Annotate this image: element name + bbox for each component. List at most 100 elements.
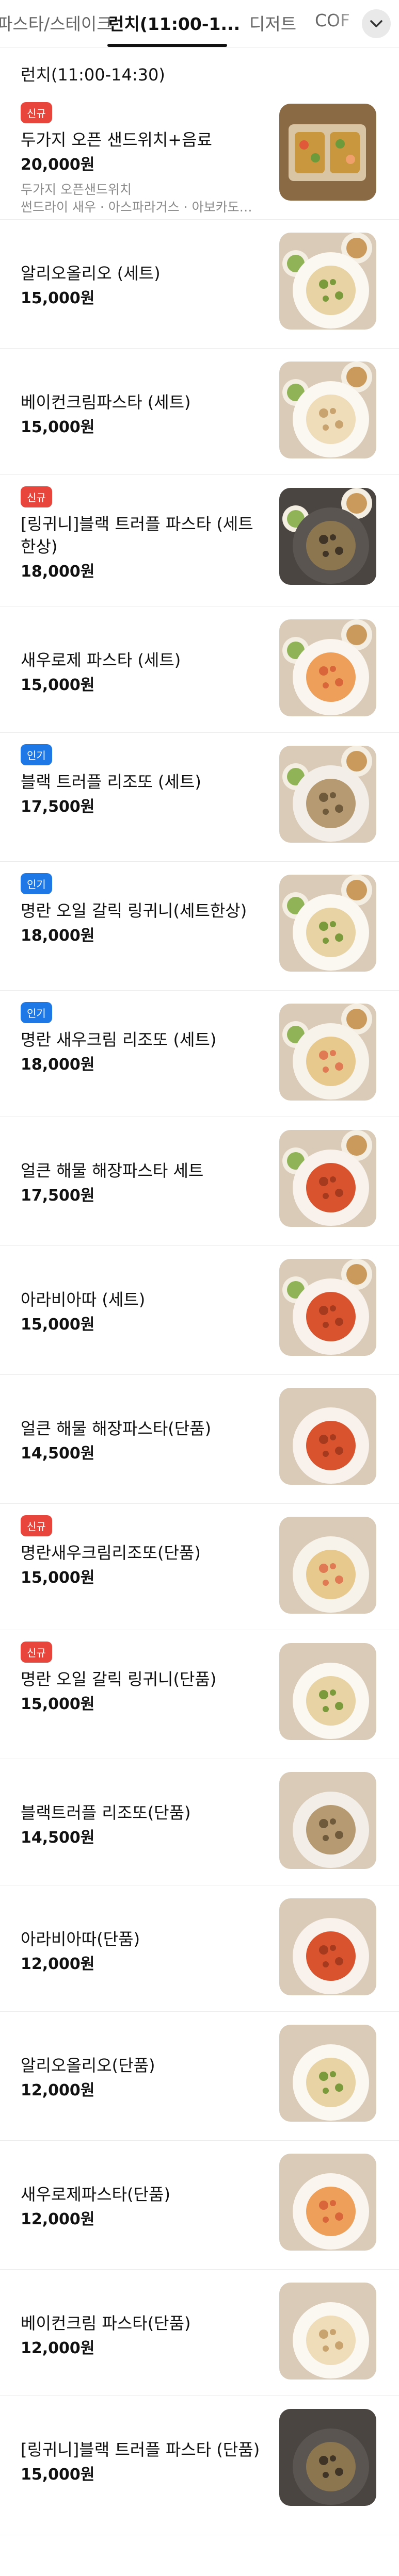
menu-item-text: 블랙트러플 리조또(단품) 14,500원 <box>21 1801 263 1849</box>
menu-item-thumbnail[interactable] <box>279 1388 376 1485</box>
food-image <box>279 1388 376 1485</box>
food-image <box>279 875 376 972</box>
menu-item-name: 블랙 트러플 리조또 (세트) <box>21 772 201 792</box>
food-image <box>279 2025 376 2122</box>
menu-item-price: 20,000원 <box>21 156 95 174</box>
menu-item-description: 두가지 오픈샌드위치 <box>21 182 132 197</box>
menu-item-text: 알리오올리오(단품) 12,000원 <box>21 2054 263 2102</box>
section-title: 런치(11:00-14:30) <box>21 65 165 85</box>
new-badge: 신규 <box>21 102 52 123</box>
menu-item[interactable]: 신규 두가지 오픈 샌드위치+음료 20,000원 두가지 오픈샌드위치 썬드라이 새우… <box>0 91 399 220</box>
new-badge: 신규 <box>21 1515 52 1536</box>
menu-item-name: 블랙트러플 리조또(단품) <box>21 1803 191 1823</box>
menu-item[interactable]: 아라비아따 (세트) 15,000원 <box>0 1246 399 1375</box>
menu-item[interactable]: 새우로제파스타(단품) 12,000원 <box>0 2141 399 2270</box>
menu-item[interactable]: 베이컨크림 파스타(단품) 12,000원 <box>0 2270 399 2396</box>
more-categories-button[interactable] <box>362 9 391 38</box>
menu-item-thumbnail[interactable] <box>279 104 376 201</box>
menu-item[interactable]: 얼큰 해물 해장파스타(단품) 14,500원 <box>0 1375 399 1504</box>
menu-item[interactable]: 인기 명란 새우크림 리조또 (세트) 18,000원 <box>0 991 399 1117</box>
menu-item-thumbnail[interactable] <box>279 362 376 458</box>
food-image <box>279 746 376 843</box>
menu-item-thumbnail[interactable] <box>279 488 376 585</box>
menu-item-text: 신규 두가지 오픈 샌드위치+음료 20,000원 두가지 오픈샌드위치 썬드라이 새우… <box>21 102 263 216</box>
menu-item-name: 아라비아따 (세트) <box>21 1290 146 1309</box>
menu-item-name: 새우로제 파스타 (세트) <box>21 650 181 670</box>
menu-item-thumbnail[interactable] <box>279 619 376 716</box>
menu-item-name: 명란새우크림리조또(단품) <box>21 1543 201 1563</box>
tab-dessert[interactable]: 디저트 <box>249 10 296 35</box>
popular-badge: 인기 <box>21 873 52 894</box>
food-image <box>279 1004 376 1101</box>
menu-item-name: 새우로제파스타(단품) <box>21 2185 170 2204</box>
menu-item-name: [링귀니]블랙 트러플 파스타 (단품) <box>21 2440 260 2459</box>
menu-item-thumbnail[interactable] <box>279 2154 376 2251</box>
menu-item-thumbnail[interactable] <box>279 1898 376 1995</box>
menu-item-thumbnail[interactable] <box>279 1517 376 1614</box>
menu-item-thumbnail[interactable] <box>279 2283 376 2380</box>
menu-item-text: 아라비아따 (세트) 15,000원 <box>21 1288 263 1336</box>
menu-item-price: 15,000원 <box>21 2466 95 2484</box>
menu-item-text: 인기명란 오일 갈릭 링귀니(세트한상) 18,000원 <box>21 873 263 947</box>
menu-item-price: 15,000원 <box>21 289 95 307</box>
menu-item-price: 14,500원 <box>21 1445 95 1463</box>
menu-item[interactable]: 인기명란 오일 갈릭 링귀니(세트한상) 18,000원 <box>0 862 399 991</box>
menu-item[interactable]: 알리오올리오 (세트) 15,000원 <box>0 220 399 349</box>
food-image <box>279 619 376 716</box>
menu-item-text: 신규 명란 오일 갈릭 링귀니(단품) 15,000원 <box>21 1642 263 1715</box>
new-badge: 신규 <box>21 1642 52 1663</box>
menu-item-thumbnail[interactable] <box>279 1772 376 1869</box>
menu-item[interactable]: 신규 [링귀니]블랙 트러플 파스타 (세트 한상) 18,000원 <box>0 475 399 606</box>
food-image <box>279 1130 376 1227</box>
menu-item-price: 18,000원 <box>21 563 95 581</box>
menu-item[interactable]: 블랙트러플 리조또(단품) 14,500원 <box>0 1759 399 1885</box>
menu-item-price: 12,000원 <box>21 2210 95 2228</box>
menu-item-thumbnail[interactable] <box>279 1643 376 1740</box>
menu-item-thumbnail[interactable] <box>279 1130 376 1227</box>
menu-item-price: 15,000원 <box>21 1316 95 1334</box>
menu-item-thumbnail[interactable] <box>279 1259 376 1356</box>
menu-item[interactable]: [링귀니]블랙 트러플 파스타 (단품) 15,000원 <box>0 2396 399 2535</box>
menu-item-name: 알리오올리오 (세트) <box>21 264 161 283</box>
menu-item-thumbnail[interactable] <box>279 2025 376 2122</box>
menu-item-price: 18,000원 <box>21 927 95 945</box>
menu-item[interactable]: 인기블랙 트러플 리조또 (세트) 17,500원 <box>0 733 399 862</box>
food-image <box>279 1643 376 1740</box>
menu-item-text: 신규 명란새우크림리조또(단품) 15,000원 <box>21 1515 263 1589</box>
menu-item-name: 명란 오일 갈릭 링귀니(단품) <box>21 1669 217 1689</box>
food-image <box>279 1772 376 1869</box>
food-image <box>279 1259 376 1356</box>
menu-item-text: 베이컨크림파스타 (세트) 15,000원 <box>21 391 263 438</box>
menu-item-thumbnail[interactable] <box>279 2409 376 2506</box>
menu-item-price: 14,500원 <box>21 1829 95 1847</box>
new-badge: 신규 <box>21 486 52 507</box>
menu-item-text: [링귀니]블랙 트러플 파스타 (단품) 15,000원 <box>21 2438 263 2486</box>
menu-item-name: 명란 오일 갈릭 링귀니(세트한상) <box>21 901 247 921</box>
menu-item-thumbnail[interactable] <box>279 875 376 972</box>
tab-lunch[interactable]: 런치(11:00-1... <box>108 10 240 35</box>
popular-badge: 인기 <box>21 744 52 765</box>
menu-item-price: 18,000원 <box>21 1056 95 1074</box>
menu-item-text: 아라비아따(단품) 12,000원 <box>21 1928 263 1975</box>
menu-item-price: 17,500원 <box>21 798 95 816</box>
menu-item-text: 인기 명란 새우크림 리조또 (세트) 18,000원 <box>21 1002 263 1076</box>
menu-item-name: 얼큰 해물 해장파스타 세트 <box>21 1161 204 1180</box>
menu-item[interactable]: 알리오올리오(단품) 12,000원 <box>0 2012 399 2141</box>
menu-item-thumbnail[interactable] <box>279 233 376 330</box>
menu-item-text: 알리오올리오 (세트) 15,000원 <box>21 262 263 309</box>
menu-item[interactable]: 신규 명란새우크림리조또(단품) 15,000원 <box>0 1504 399 1630</box>
food-image <box>279 1517 376 1614</box>
menu-item-name: 아라비아따(단품) <box>21 1929 140 1949</box>
menu-item[interactable]: 새우로제 파스타 (세트) 15,000원 <box>0 606 399 733</box>
menu-item[interactable]: 신규 명란 오일 갈릭 링귀니(단품) 15,000원 <box>0 1630 399 1759</box>
menu-item[interactable]: 아라비아따(단품) 12,000원 <box>0 1885 399 2012</box>
menu-item-price: 17,500원 <box>21 1187 95 1205</box>
food-image <box>279 1898 376 1995</box>
menu-item[interactable]: 얼큰 해물 해장파스타 세트 17,500원 <box>0 1117 399 1246</box>
menu-item[interactable]: 베이컨크림파스타 (세트) 15,000원 <box>0 349 399 475</box>
tab-pasta-steak[interactable]: 파스타/스테이크 <box>0 10 113 35</box>
menu-item-thumbnail[interactable] <box>279 746 376 843</box>
menu-item-thumbnail[interactable] <box>279 1004 376 1101</box>
chevron-down-icon <box>370 20 382 27</box>
menu-item-price: 15,000원 <box>21 676 95 694</box>
